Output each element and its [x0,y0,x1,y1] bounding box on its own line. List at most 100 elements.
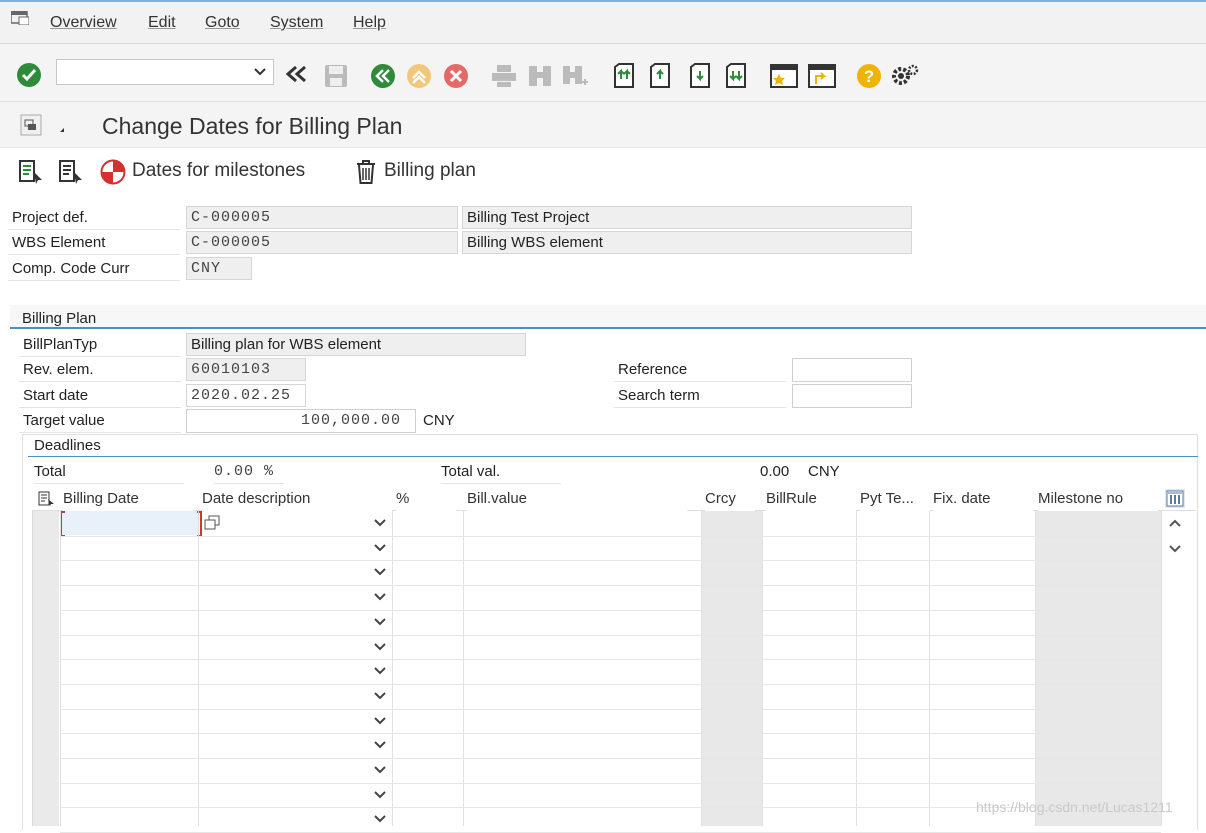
command-dropdown-icon[interactable] [254,68,266,76]
date-description-dropdown-icon[interactable] [374,568,386,576]
table-row[interactable] [60,708,1161,710]
table-select-icon[interactable] [38,491,54,506]
back-icon[interactable] [370,63,396,89]
table-row[interactable] [60,758,1161,759]
col-fix-date[interactable]: Fix. date [933,486,1033,511]
menu-overview[interactable]: Overview [50,14,117,32]
row-selector-column[interactable] [32,511,59,826]
scroll-down-icon[interactable] [1169,545,1181,553]
date-description-dropdown-icon[interactable] [374,667,386,675]
crcy-column-shade [701,511,762,826]
cancel-icon[interactable] [443,63,469,89]
table-row[interactable] [60,733,1161,735]
table-row[interactable] [60,560,1161,562]
enter-check-icon[interactable] [16,62,42,88]
menu-goto[interactable]: Goto [205,14,240,32]
find-next-icon[interactable] [562,64,588,88]
grid-vline-6 [762,511,763,826]
start-date-field[interactable]: 2020.02.25 [186,384,306,407]
col-pyt-terms[interactable]: Pyt Te... [860,486,930,511]
menu-edit[interactable]: Edit [148,14,176,32]
table-row[interactable] [60,634,1161,636]
total-label: Total [34,460,184,484]
table-row[interactable] [60,782,1161,784]
billing-plan-button[interactable]: Billing plan [384,160,476,182]
generate-shortcut-icon[interactable] [808,64,836,88]
date-description-dropdown-icon[interactable] [374,519,386,527]
save-icon[interactable] [324,64,348,88]
date-description-dropdown-icon[interactable] [374,543,386,552]
grid-vline-9 [1035,511,1036,826]
total-percent-value: 0.00 % [214,460,284,484]
billing-plan-group-title: Billing Plan [22,310,97,327]
grid-left-border [32,511,33,826]
total-val-currency: CNY [808,463,840,480]
menu-bar: Overview Edit Goto System Help [0,0,1206,44]
scroll-up-icon[interactable] [1169,519,1181,527]
detail-icon[interactable] [18,160,44,184]
project-def-field[interactable]: C-000005 [186,206,458,229]
find-icon[interactable] [528,64,552,88]
last-page-icon[interactable] [724,63,748,89]
col-bill-rule[interactable]: BillRule [766,486,856,511]
table-row[interactable] [60,535,1161,537]
table-row[interactable] [60,659,1161,661]
previous-page-icon[interactable] [648,63,672,89]
billing-plan-divider [10,327,1206,329]
table-row[interactable] [60,609,1161,611]
deadlines-group-title: Deadlines [34,437,101,454]
overview-icon[interactable] [58,160,84,184]
col-crcy[interactable]: Crcy [705,486,755,511]
col-date-description[interactable]: Date description [202,486,392,511]
col-percent[interactable]: % [396,486,456,511]
date-description-dropdown-icon[interactable] [374,741,386,749]
collapse-icon[interactable] [286,66,308,82]
help-icon[interactable]: ? [856,63,882,89]
date-description-dropdown-icon[interactable] [374,790,386,799]
trash-icon[interactable] [354,159,378,185]
wbs-element-field[interactable]: C-000005 [186,231,458,254]
date-description-dropdown-icon[interactable] [374,766,386,774]
search-term-field[interactable] [792,384,912,408]
date-description-dropdown-icon[interactable] [374,692,386,700]
title-bar: Change Dates for Billing Plan [0,102,1206,148]
settings-icon[interactable] [890,63,920,89]
milestone-icon[interactable] [100,159,126,185]
grid-vline-2 [198,511,199,826]
dates-for-milestones-button[interactable]: Dates for milestones [132,160,305,182]
first-page-icon[interactable] [612,63,636,89]
create-session-icon[interactable] [770,64,798,88]
bill-plan-type-field: Billing plan for WBS element [186,333,526,356]
total-val-value: 0.00 [760,463,790,480]
table-row[interactable] [60,585,1161,587]
print-icon[interactable] [491,64,517,88]
system-menu-icon[interactable] [20,114,70,138]
next-page-icon[interactable] [688,63,712,89]
standard-toolbar: ? [0,44,1206,102]
target-value-field[interactable]: 100,000.00 [186,409,416,433]
col-milestone-no[interactable]: Milestone no [1038,486,1158,511]
date-description-dropdown-icon[interactable] [374,593,386,601]
col-bill-value[interactable]: Bill.value [467,486,687,511]
page-title: Change Dates for Billing Plan [102,113,403,139]
grid-vline-10 [1161,511,1162,826]
table-row[interactable] [60,683,1161,685]
search-term-label: Search term [614,384,786,408]
bill-plan-type-label: BillPlanTyp [19,333,181,357]
menu-help[interactable]: Help [353,14,386,32]
col-billing-date[interactable]: Billing Date [63,486,193,511]
date-description-dropdown-icon[interactable] [374,716,386,725]
command-field[interactable] [56,59,274,85]
date-description-dropdown-icon[interactable] [374,815,386,823]
value-help-icon[interactable] [204,515,220,531]
date-description-dropdown-icon[interactable] [374,618,386,626]
rev-elem-label: Rev. elem. [19,358,181,382]
menu-system[interactable]: System [270,14,323,32]
reference-field[interactable] [792,358,912,382]
menu-icon[interactable] [11,11,29,25]
date-description-dropdown-icon[interactable] [374,642,386,651]
reference-label: Reference [614,358,786,382]
column-config-icon[interactable] [1165,489,1185,508]
exit-icon[interactable] [406,63,432,89]
rev-elem-field: 60010103 [186,358,306,381]
